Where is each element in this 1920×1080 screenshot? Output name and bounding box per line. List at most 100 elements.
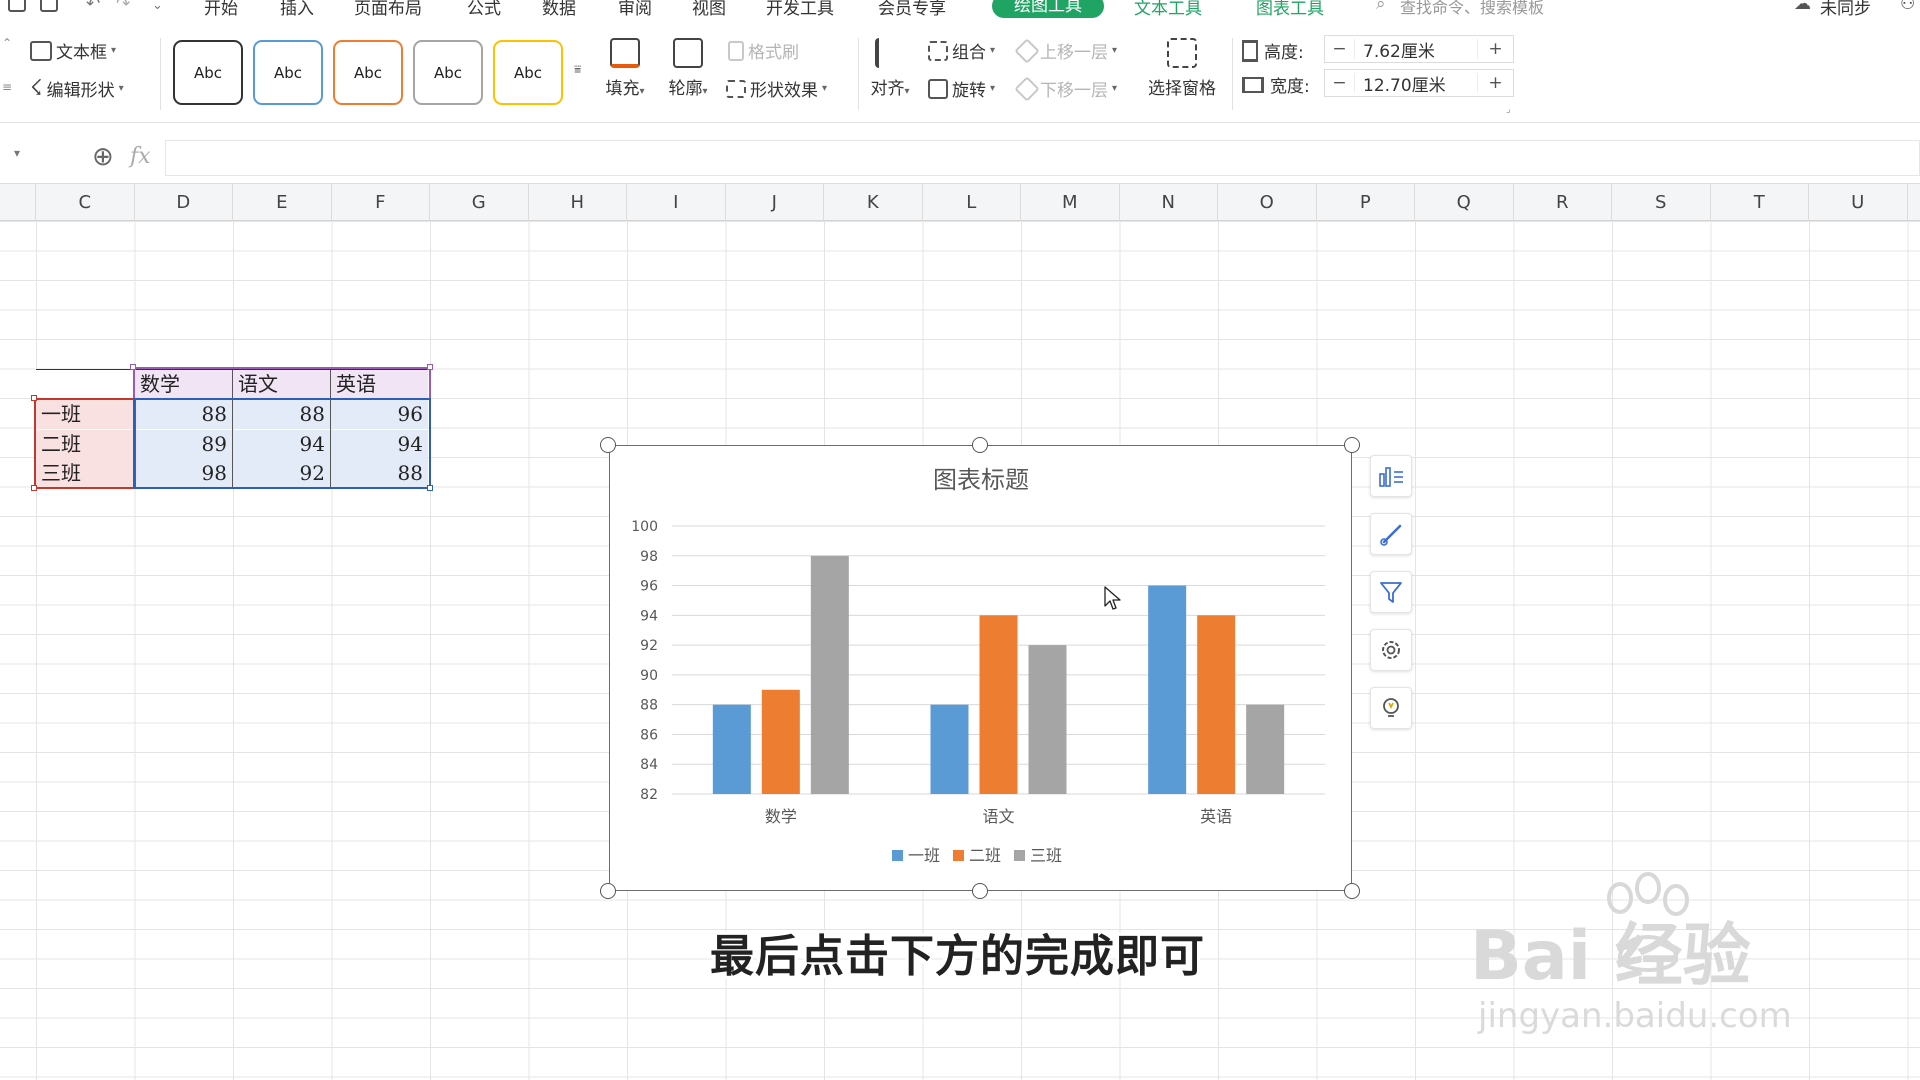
- width-value[interactable]: 12.70厘米: [1355, 71, 1477, 96]
- tab-text-tools[interactable]: 文本工具: [1134, 0, 1202, 19]
- format-painter-button[interactable]: 格式刷: [728, 38, 799, 63]
- tab-drawing-tools[interactable]: 绘图工具: [992, 0, 1104, 18]
- tab-developer[interactable]: 开发工具: [766, 0, 834, 19]
- chart-resize-handle[interactable]: [1344, 883, 1360, 899]
- bar-一班-数学[interactable]: [712, 704, 751, 794]
- legend-label[interactable]: 三班: [1030, 846, 1062, 865]
- formula-input[interactable]: [165, 140, 1920, 176]
- tab-formulas[interactable]: 公式: [467, 0, 501, 19]
- selection-pane-button[interactable]: 选择窗格: [1142, 38, 1222, 99]
- user-icon[interactable]: ⚇: [1900, 0, 1915, 14]
- height-stepper[interactable]: − 7.62厘米 +: [1324, 35, 1514, 63]
- quick-access-dropdown-icon[interactable]: ⌄: [152, 0, 163, 13]
- edit-shape-button[interactable]: ☇ 编辑形状 ▾: [30, 76, 124, 101]
- fx-icon[interactable]: fx: [130, 144, 151, 169]
- group-button[interactable]: 组合 ▾: [928, 38, 995, 63]
- chart-filter-button[interactable]: [1370, 571, 1412, 613]
- column-header-j[interactable]: J: [726, 184, 824, 222]
- chart-resize-handle[interactable]: [1344, 437, 1360, 453]
- ribbon-scroll-up-icon[interactable]: ⌃: [2, 36, 12, 50]
- bar-二班-数学[interactable]: [761, 689, 800, 794]
- align-button[interactable]: 对齐▾: [862, 38, 918, 99]
- column-header-g[interactable]: G: [430, 184, 529, 222]
- column-header-e[interactable]: E: [233, 184, 332, 222]
- style-gallery-expand-icon[interactable]: ⩸: [574, 62, 581, 77]
- column-header-k[interactable]: K: [824, 184, 923, 222]
- tab-review[interactable]: 审阅: [618, 0, 652, 19]
- column-header-i[interactable]: I: [627, 184, 726, 222]
- range-handle[interactable]: [31, 395, 37, 401]
- table-corner-cell[interactable]: [36, 370, 134, 399]
- shape-style-preset-4[interactable]: Abc: [413, 40, 483, 105]
- tab-member[interactable]: 会员专享: [878, 0, 946, 19]
- chart-resize-handle[interactable]: [600, 437, 616, 453]
- chart-legend[interactable]: 一班 二班 三班: [892, 846, 1062, 865]
- chart-object[interactable]: 图表标题 82 84 86 88 90 92 94 96 98 100 数学 语文 英语 一班 二班 三班: [609, 445, 1352, 891]
- bar-三班-数学[interactable]: [810, 555, 849, 794]
- column-header-o[interactable]: O: [1218, 184, 1317, 222]
- range-handle[interactable]: [31, 485, 37, 491]
- bar-chart[interactable]: 图表标题 82 84 86 88 90 92 94 96 98 100 数学 语文 英语 一班 二班 三班: [610, 446, 1353, 892]
- column-header-s[interactable]: S: [1612, 184, 1711, 222]
- chart-settings-button[interactable]: [1370, 629, 1412, 671]
- column-header-l[interactable]: L: [923, 184, 1021, 222]
- column-header-u[interactable]: U: [1809, 184, 1908, 222]
- zoom-formula-icon[interactable]: ⊕: [92, 142, 114, 172]
- column-header-q[interactable]: Q: [1415, 184, 1514, 222]
- cloud-sync-icon[interactable]: ☁: [1794, 0, 1811, 14]
- legend-label[interactable]: 二班: [969, 846, 1001, 865]
- bar-一班-英语[interactable]: [1148, 585, 1187, 794]
- outline-button[interactable]: 轮廓▾: [660, 38, 716, 99]
- undo-icon[interactable]: ↶: [86, 0, 100, 14]
- search-icon[interactable]: ⌕: [1376, 0, 1386, 14]
- shape-effects-button[interactable]: 形状效果 ▾: [726, 76, 827, 101]
- save-icon[interactable]: [8, 0, 26, 12]
- column-header-h[interactable]: H: [529, 184, 627, 222]
- column-header-f[interactable]: F: [332, 184, 430, 222]
- chart-style-button[interactable]: [1370, 513, 1412, 555]
- height-decrease-button[interactable]: −: [1325, 39, 1355, 59]
- chart-title[interactable]: 图表标题: [933, 466, 1029, 494]
- range-handle[interactable]: [427, 364, 433, 370]
- bar-二班-语文[interactable]: [979, 615, 1018, 794]
- ribbon-more-icon[interactable]: ≡: [2, 80, 12, 94]
- sync-status[interactable]: 未同步: [1820, 0, 1871, 19]
- rotate-button[interactable]: 旋转 ▾: [928, 76, 995, 101]
- chart-smart-tips-button[interactable]: [1370, 687, 1412, 729]
- column-header[interactable]: [0, 184, 36, 222]
- column-header-t[interactable]: T: [1711, 184, 1809, 222]
- height-increase-button[interactable]: +: [1477, 39, 1513, 59]
- width-stepper[interactable]: − 12.70厘米 +: [1324, 69, 1514, 97]
- chart-resize-handle[interactable]: [972, 883, 988, 899]
- shape-style-preset-5[interactable]: Abc: [493, 40, 563, 105]
- chart-resize-handle[interactable]: [972, 437, 988, 453]
- column-header-d[interactable]: D: [135, 184, 233, 222]
- tab-view[interactable]: 视图: [692, 0, 726, 19]
- shape-style-preset-3[interactable]: Abc: [333, 40, 403, 105]
- column-header-p[interactable]: P: [1317, 184, 1415, 222]
- width-decrease-button[interactable]: −: [1325, 73, 1355, 93]
- tab-home[interactable]: 开始: [204, 0, 238, 19]
- height-value[interactable]: 7.62厘米: [1355, 37, 1477, 62]
- tab-page-layout[interactable]: 页面布局: [354, 0, 422, 19]
- bar-三班-英语[interactable]: [1246, 704, 1285, 794]
- text-box-button[interactable]: 文本框 ▾: [30, 38, 116, 63]
- shape-style-preset-2[interactable]: Abc: [253, 40, 323, 105]
- size-dialog-launcher-icon[interactable]: ⌟: [1506, 104, 1511, 115]
- legend-label[interactable]: 一班: [908, 846, 940, 865]
- bring-forward-button[interactable]: 上移一层 ▾: [1014, 37, 1117, 64]
- name-box-dropdown-icon[interactable]: ▾: [14, 146, 20, 160]
- tab-data[interactable]: 数据: [542, 0, 576, 19]
- column-header-n[interactable]: N: [1120, 184, 1218, 222]
- range-handle[interactable]: [427, 485, 433, 491]
- tab-chart-tools[interactable]: 图表工具: [1256, 0, 1324, 19]
- bar-三班-语文[interactable]: [1028, 645, 1067, 794]
- tab-insert[interactable]: 插入: [280, 0, 314, 19]
- send-backward-button[interactable]: 下移一层 ▾: [1014, 75, 1117, 102]
- command-search-input[interactable]: 查找命令、搜索模板: [1400, 0, 1544, 18]
- column-header-m[interactable]: M: [1021, 184, 1120, 222]
- bar-一班-语文[interactable]: [930, 704, 969, 794]
- print-preview-icon[interactable]: [40, 0, 58, 12]
- column-header-r[interactable]: R: [1514, 184, 1612, 222]
- range-handle[interactable]: [130, 364, 136, 370]
